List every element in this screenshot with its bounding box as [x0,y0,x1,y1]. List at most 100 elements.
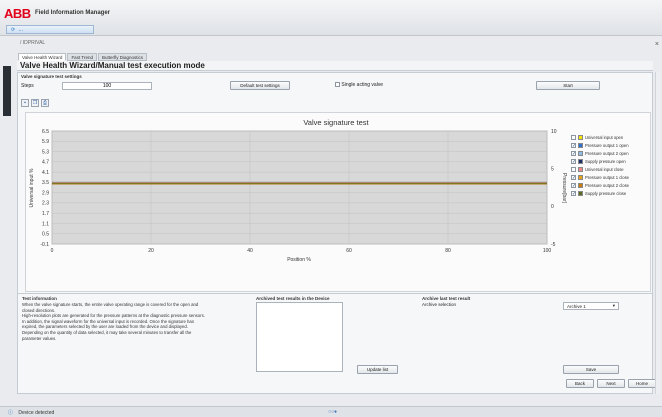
legend-item[interactable]: Supply pressure open [571,157,656,165]
device-tab[interactable]: ⟳… [6,25,94,34]
chart-toolbar: ▪ ❐ ⎙ [21,99,49,107]
legend-label: Pressure output 2 open [585,150,629,156]
app-title: Field Information Manager [35,10,111,16]
status-bar: ⓘ Device detected ○○● [0,406,662,417]
y-tick-label: -0.1 [40,242,49,248]
abb-logo: ABB [4,6,31,21]
legend-swatch [578,190,583,196]
device-tab-label: … [18,27,24,33]
legend-swatch [578,174,583,180]
legend-checkbox[interactable] [571,190,576,196]
legend-item[interactable]: Pressure output 2 close [571,181,656,189]
legend-label: Universal input close [585,166,624,172]
archive-selection-dropdown[interactable]: Archive 1 ▾ [563,302,619,310]
x-tick-label: 20 [148,248,154,254]
legend-label: Universal input open [585,134,624,140]
update-list-button[interactable]: Update list [357,365,398,374]
x-tick-label: 80 [445,248,451,254]
single-acting-label: Single acting valve [341,82,384,88]
wizard-tabs: Valve Health Wizard Fast Trend Butterfly… [18,53,147,61]
legend-label: Pressure output 2 close [585,182,629,188]
chart-area: Valve signature test 6.5 5.9 5.3 4.7 4.1 3.5 2… [25,112,651,292]
legend-label: Supply pressure close [585,190,627,196]
refresh-icon: ⟳ [11,27,16,33]
y-tick-label: 1.7 [42,211,49,217]
x-tick-label: 100 [543,248,552,254]
close-icon[interactable]: × [655,41,659,48]
status-text: Device detected [18,410,55,416]
chart-title: Valve signature test [303,118,369,127]
test-info-text: When the valve signature starts, the ent… [22,302,247,341]
x-axis-label: Position % [287,257,311,263]
valve-signature-chart: Valve signature test 6.5 5.9 5.3 4.7 4.1 3.5 2… [29,118,567,263]
y-tick-label: 0.5 [42,232,49,238]
legend-checkbox[interactable] [571,166,576,172]
default-test-settings-button[interactable]: Default test settings [230,81,290,90]
tab-butterfly-diagnostics[interactable]: Butterfly Diagnostics [97,53,147,61]
page-title: Valve Health Wizard/Manual test executio… [17,61,653,71]
legend-checkbox[interactable] [571,134,576,140]
legend-label: Pressure output 1 close [585,174,629,180]
settings-section-title: Valve signature test settings [21,74,82,79]
y-axis-label: Universal input % [29,168,35,207]
legend-checkbox[interactable] [571,158,576,164]
save-button[interactable]: Save [563,365,619,374]
y-tick-label: 3.5 [42,180,49,186]
tab-valve-health-wizard[interactable]: Valve Health Wizard [18,53,67,61]
y-tick-label: 1.1 [42,221,49,227]
app-titlebar [0,0,662,36]
legend-item[interactable]: Pressure output 1 close [571,173,656,181]
breadcrumb: / IDPRIVAL [0,38,662,48]
legend-checkbox[interactable] [571,150,576,156]
legend-item[interactable]: Universal input close [571,165,656,173]
archived-results-title: Archived test results in the Device [256,296,330,301]
legend-item[interactable]: Pressure output 2 open [571,149,656,157]
legend-checkbox[interactable] [571,174,576,180]
info-icon: ⓘ [8,410,14,416]
x-tick-label: 0 [51,248,54,254]
archive-selection-label: Archive selection [422,302,457,307]
y2-tick-label: 5 [551,166,554,172]
x-tick-label: 40 [247,248,253,254]
archived-results-list[interactable] [256,302,343,372]
copy-icon[interactable]: ❐ [31,99,39,107]
archive-last-title: Archive last test result [422,296,471,301]
legend-checkbox[interactable] [571,182,576,188]
single-acting-checkbox[interactable] [335,82,340,88]
test-info-title: Test information [22,296,57,301]
single-acting-checkbox-row[interactable]: Single acting valve [335,82,383,88]
wizard-nav: Back Next Home [566,379,656,388]
plot-background [51,130,548,245]
legend-label: Pressure output 1 open [585,142,629,148]
print-icon[interactable]: ⎙ [41,99,49,107]
next-button[interactable]: Next [597,379,625,388]
legend-item[interactable]: Universal input open [571,133,656,141]
steps-label: Steps [21,83,34,89]
legend-item[interactable]: Pressure output 1 open [571,141,656,149]
archive-selection-value: Archive 1 [567,304,586,309]
save-icon[interactable]: ▪ [21,99,29,107]
test-info-line: parameter values. [22,335,57,341]
start-button[interactable]: Start [536,81,600,90]
x-tick-label: 60 [346,248,352,254]
steps-input[interactable] [62,82,152,90]
y-tick-label: 6.5 [42,129,49,135]
legend-label: Supply pressure open [585,158,626,164]
left-dock-strip [3,66,11,116]
breadcrumb-path: / IDPRIVAL [20,40,46,46]
home-button[interactable]: Home [628,379,656,388]
progress-dots: ○○● [328,409,338,415]
legend-item[interactable]: Supply pressure close [571,189,656,197]
legend-checkbox[interactable] [571,142,576,148]
vertical-scrollbar[interactable] [655,72,660,394]
tab-fast-trend[interactable]: Fast Trend [67,53,97,61]
chart-legend: Universal input open Pressure output 1 op… [571,133,656,197]
legend-swatch [578,142,583,148]
y2-tick-label: 10 [551,129,557,135]
back-button[interactable]: Back [566,379,594,388]
y-tick-label: 2.3 [42,201,49,207]
legend-swatch [578,166,583,172]
legend-swatch [578,134,583,140]
y-tick-label: 5.9 [42,139,49,145]
chevron-down-icon: ▾ [612,303,615,308]
